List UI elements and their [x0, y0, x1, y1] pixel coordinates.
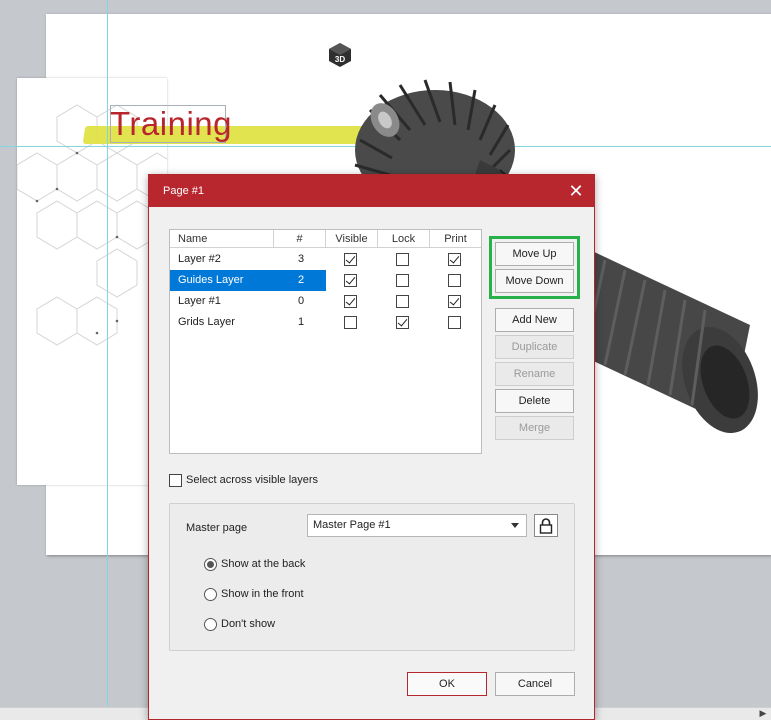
master-page-label: Master page — [186, 522, 248, 534]
master-page-group: Master page Master Page #1 Show at the b… — [169, 503, 575, 651]
layer-number: 0 — [298, 295, 305, 307]
table-row[interactable]: Guides Layer 2 — [170, 270, 481, 291]
cancel-button[interactable]: Cancel — [495, 672, 575, 696]
select-across-checkbox[interactable] — [169, 473, 182, 487]
dont-show-option[interactable]: Don't show — [204, 616, 275, 632]
dont-show-radio[interactable] — [204, 617, 217, 631]
table-row[interactable]: Grids Layer 1 — [170, 312, 481, 333]
layer-number: 1 — [298, 316, 305, 328]
lock-icon — [539, 517, 553, 534]
master-page-value: Master Page #1 — [313, 519, 391, 531]
column-header-visible[interactable]: Visible — [326, 230, 378, 248]
move-down-button[interactable]: Move Down — [495, 269, 574, 293]
lock-checkbox[interactable] — [396, 295, 409, 308]
ok-button[interactable]: OK — [407, 672, 487, 696]
column-header-number[interactable]: # — [274, 230, 326, 248]
show-at-back-option[interactable]: Show at the back — [204, 556, 305, 572]
lock-checkbox[interactable] — [396, 316, 409, 329]
column-header-name[interactable]: Name — [170, 230, 274, 248]
vertical-guide-line[interactable] — [107, 0, 108, 707]
visible-checkbox[interactable] — [344, 316, 357, 329]
dialog-titlebar[interactable]: Page #1 ✕ — [149, 175, 594, 207]
layer-table: Name # Visible Lock Print Layer #2 3 Gui… — [169, 229, 482, 454]
print-checkbox[interactable] — [448, 274, 461, 287]
delete-button[interactable]: Delete — [495, 389, 574, 413]
column-header-lock[interactable]: Lock — [378, 230, 430, 248]
show-in-front-option[interactable]: Show in the front — [204, 586, 304, 602]
visible-checkbox[interactable] — [344, 253, 357, 266]
page-layers-dialog: Page #1 ✕ Name # Visible Lock Print Laye… — [148, 174, 595, 720]
show-at-back-label: Show at the back — [221, 558, 306, 570]
show-in-front-radio[interactable] — [204, 587, 217, 601]
visible-checkbox[interactable] — [344, 274, 357, 287]
move-up-button[interactable]: Move Up — [495, 242, 574, 266]
rename-button[interactable]: Rename — [495, 362, 574, 386]
scroll-right-arrow-icon[interactable]: ▶ — [757, 707, 769, 720]
duplicate-button[interactable]: Duplicate — [495, 335, 574, 359]
layer-number: 3 — [298, 253, 305, 265]
add-new-button[interactable]: Add New — [495, 308, 574, 332]
select-across-label: Select across visible layers — [186, 474, 319, 486]
dialog-title: Page #1 — [163, 185, 204, 197]
master-page-dropdown[interactable]: Master Page #1 — [307, 514, 527, 537]
table-row[interactable]: Layer #2 3 — [170, 249, 481, 270]
3d-cube-icon[interactable]: 3D — [328, 42, 352, 68]
slide-title[interactable]: Training — [110, 104, 232, 144]
svg-text:3D: 3D — [335, 55, 345, 64]
layer-number: 2 — [298, 274, 305, 286]
lock-checkbox[interactable] — [396, 253, 409, 266]
print-checkbox[interactable] — [448, 316, 461, 329]
select-across-visible-layers[interactable]: Select across visible layers — [169, 472, 318, 488]
table-row[interactable]: Layer #1 0 — [170, 291, 481, 312]
table-header: Name # Visible Lock Print — [170, 230, 481, 248]
show-in-front-label: Show in the front — [221, 588, 304, 600]
chevron-down-icon — [511, 523, 519, 528]
lock-button[interactable] — [534, 514, 558, 537]
close-icon[interactable]: ✕ — [566, 181, 586, 201]
print-checkbox[interactable] — [448, 253, 461, 266]
lock-checkbox[interactable] — [396, 274, 409, 287]
dont-show-label: Don't show — [221, 618, 276, 630]
column-header-print[interactable]: Print — [430, 230, 481, 248]
visible-checkbox[interactable] — [344, 295, 357, 308]
show-at-back-radio[interactable] — [204, 557, 217, 571]
merge-button[interactable]: Merge — [495, 416, 574, 440]
print-checkbox[interactable] — [448, 295, 461, 308]
